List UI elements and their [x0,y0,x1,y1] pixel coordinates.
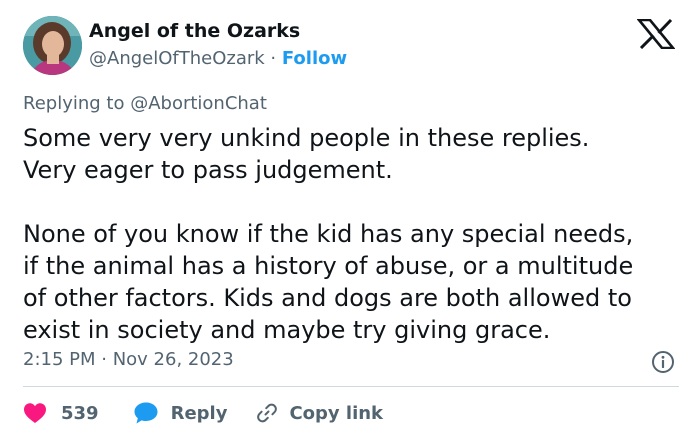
info-icon[interactable] [651,350,675,374]
x-logo-icon[interactable] [636,18,676,50]
handle-separator: · [264,48,282,69]
reply-label: Reply [170,402,228,424]
tweet-paragraph: Some very very unkind people in these re… [23,124,590,184]
handle-row: @AngelOfTheOzark · Follow [89,48,347,69]
avatar[interactable] [23,16,82,75]
replying-to: Replying to @AbortionChat [23,93,267,114]
like-button[interactable]: 539 [23,402,99,424]
avatar-image [23,16,82,75]
tweet-paragraph: None of you know if the kid has any spec… [23,220,634,344]
divider [23,386,679,387]
replying-to-prefix: Replying to [23,93,131,114]
user-handle[interactable]: @AngelOfTheOzark [89,48,265,69]
replying-to-mention[interactable]: @AbortionChat [130,93,267,114]
heart-icon [23,402,47,424]
reply-bubble-icon [133,401,159,425]
tweet-card: Angel of the Ozarks @AngelOfTheOzark · F… [0,0,700,440]
follow-button[interactable]: Follow [282,48,347,69]
tweet-text: Some very very unkind people in these re… [23,122,683,346]
reply-button[interactable]: Reply [133,401,228,425]
tweet-timestamp[interactable]: 2:15 PM · Nov 26, 2023 [23,349,234,370]
like-count: 539 [61,402,99,424]
copy-link-label: Copy link [289,402,384,424]
action-bar: 539 Reply Copy link [23,398,383,428]
link-icon [255,401,279,425]
copy-link-button[interactable]: Copy link [255,401,383,425]
display-name[interactable]: Angel of the Ozarks [89,20,300,42]
